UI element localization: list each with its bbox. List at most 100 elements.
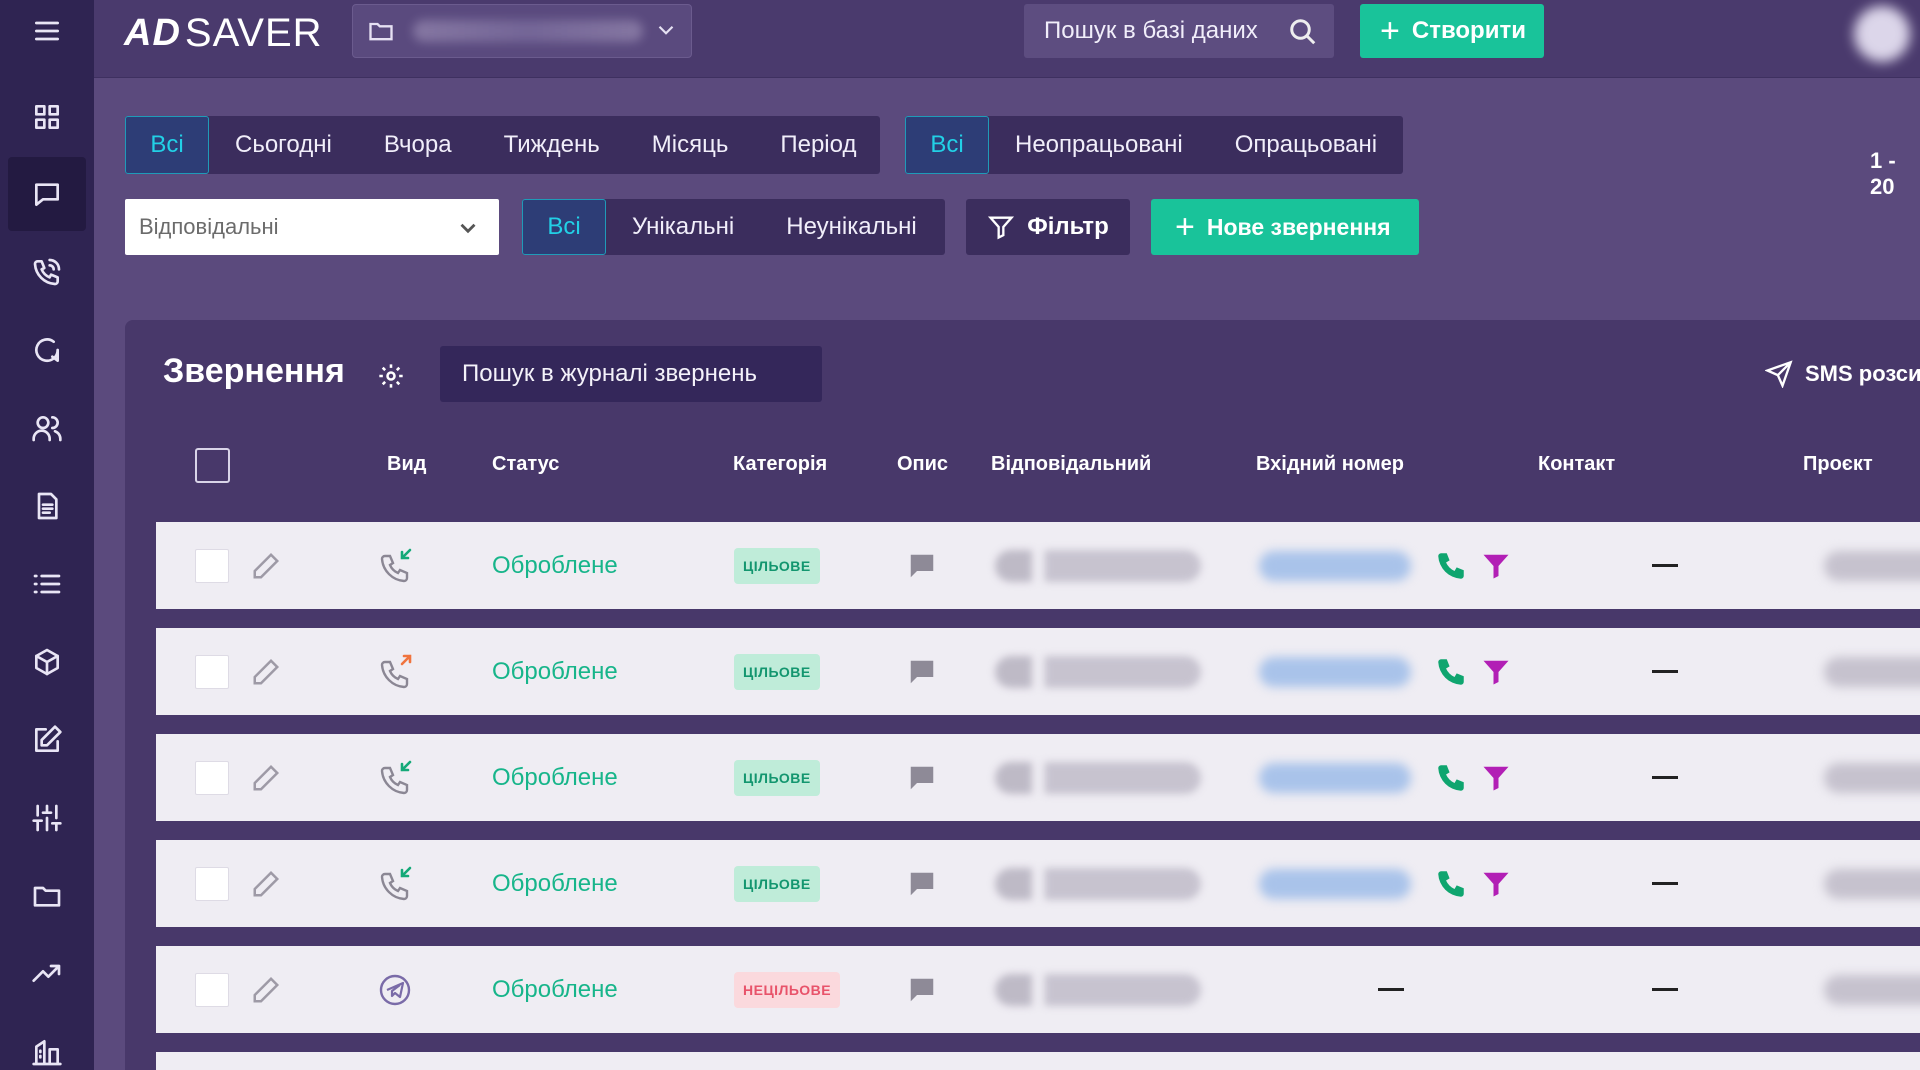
row-checkbox[interactable] (195, 654, 229, 689)
pencil-icon[interactable] (251, 975, 281, 1005)
telegram-icon (379, 974, 411, 1005)
column-header-incoming-number[interactable]: Вхідний номер (1256, 453, 1404, 476)
app-logo[interactable]: AD SAVER (124, 8, 323, 58)
incoming-call-icon (380, 760, 412, 794)
sidebar-item-users[interactable] (8, 391, 86, 465)
sidebar-item-files[interactable] (8, 859, 86, 933)
pencil-icon[interactable] (251, 551, 281, 581)
pencil-icon[interactable] (251, 763, 281, 793)
request-type (377, 628, 417, 715)
folder-icon (369, 22, 393, 41)
column-header-project[interactable]: Проєкт (1803, 453, 1873, 476)
panel-settings-button[interactable] (377, 362, 405, 390)
column-header-responsible[interactable]: Відповідальний (991, 453, 1151, 476)
sidebar-item-calls[interactable] (8, 235, 86, 309)
sidebar-item-requests[interactable] (8, 157, 86, 231)
sidebar-item-dashboard[interactable] (8, 80, 86, 154)
comment-icon[interactable] (907, 551, 937, 581)
call-icon[interactable] (1434, 549, 1468, 583)
table-row[interactable] (156, 1052, 1920, 1070)
filter-button[interactable]: Фільтр (966, 199, 1130, 255)
uniqueness-tabs: Всі Унікальні Неунікальні (522, 199, 945, 255)
table-row[interactable]: ОбробленеНЕЦІЛЬОВЕ—— (156, 946, 1920, 1033)
funnel-icon[interactable] (1481, 869, 1511, 899)
list-icon (33, 574, 61, 594)
incoming-call-icon (380, 548, 412, 582)
sidebar-item-list[interactable] (8, 547, 86, 621)
sidebar-item-chats[interactable] (8, 313, 86, 387)
sidebar-item-documents[interactable] (8, 469, 86, 543)
sidebar-item-company[interactable] (8, 1015, 86, 1070)
tab-period-yesterday[interactable]: Вчора (358, 116, 478, 174)
tab-processed[interactable]: Опрацьовані (1209, 116, 1403, 174)
incoming-call-icon (380, 866, 412, 900)
sliders-icon (32, 804, 62, 832)
comment-icon[interactable] (907, 763, 937, 793)
comment-icon[interactable] (907, 869, 937, 899)
avatar[interactable] (1854, 6, 1910, 62)
category-badge: ЦІЛЬОВЕ (734, 547, 820, 584)
create-button[interactable]: + Створити (1360, 4, 1544, 58)
pencil-icon[interactable] (251, 869, 281, 899)
journal-search[interactable]: Пошук в журналі звернень (440, 346, 822, 402)
chevron-down-icon (460, 223, 476, 234)
users-icon (32, 416, 62, 442)
tab-unprocessed[interactable]: Неопрацьовані (989, 116, 1209, 174)
sidebar-item-settings[interactable] (8, 781, 86, 855)
sms-mailing-button[interactable]: SMS розси (1765, 360, 1920, 388)
menu-toggle-button[interactable] (8, 0, 86, 68)
tab-non-unique[interactable]: Неунікальні (760, 199, 942, 255)
new-request-button[interactable]: + Нове звернення (1151, 199, 1419, 255)
call-icon[interactable] (1434, 867, 1468, 901)
tab-period-custom[interactable]: Період (754, 116, 882, 174)
column-header-category[interactable]: Категорія (733, 453, 827, 476)
table-row[interactable]: ОбробленеЦІЛЬОВЕ— (156, 840, 1920, 927)
funnel-icon[interactable] (1481, 657, 1511, 687)
column-header-status[interactable]: Статус (492, 453, 559, 476)
column-header-contact[interactable]: Контакт (1538, 453, 1615, 476)
tab-unique[interactable]: Унікальні (606, 199, 760, 255)
filter-icon (988, 216, 1015, 240)
folder-icon (33, 886, 61, 907)
incoming-number-empty (1378, 988, 1404, 991)
logo-mark: AD (124, 11, 181, 54)
tab-period-week[interactable]: Тиждень (478, 116, 626, 174)
request-type (377, 946, 417, 1033)
comment-icon[interactable] (907, 975, 937, 1005)
tab-processing-all[interactable]: Всі (905, 116, 989, 174)
select-all-checkbox[interactable] (195, 448, 230, 483)
tab-period-all[interactable]: Всі (125, 116, 209, 174)
row-checkbox[interactable] (195, 760, 229, 795)
sidebar-item-analytics[interactable] (8, 937, 86, 1011)
table-row[interactable]: ОбробленеЦІЛЬОВЕ— (156, 734, 1920, 821)
row-checkbox[interactable] (195, 866, 229, 901)
row-checkbox[interactable] (195, 972, 229, 1007)
incoming-number-redacted (1259, 762, 1411, 793)
funnel-icon[interactable] (1481, 551, 1511, 581)
pencil-icon[interactable] (251, 657, 281, 687)
tab-period-today[interactable]: Сьогодні (209, 116, 358, 174)
responsible-select[interactable]: Відповідальні (125, 199, 499, 255)
category-badge: ЦІЛЬОВЕ (734, 759, 820, 796)
category-badge: ЦІЛЬОВЕ (734, 653, 820, 690)
call-icon[interactable] (1434, 761, 1468, 795)
search-icon[interactable] (1288, 17, 1318, 47)
table-row[interactable]: ОбробленеЦІЛЬОВЕ— (156, 522, 1920, 609)
project-select[interactable] (352, 4, 692, 58)
sidebar-item-products[interactable] (8, 625, 86, 699)
funnel-icon[interactable] (1481, 763, 1511, 793)
tab-unique-all[interactable]: Всі (522, 199, 606, 255)
plus-icon: + (1175, 207, 1195, 246)
tab-period-month[interactable]: Місяць (626, 116, 755, 174)
row-checkbox[interactable] (195, 548, 229, 583)
sidebar-item-edit[interactable] (8, 703, 86, 777)
table-row[interactable]: ОбробленеЦІЛЬОВЕ— (156, 628, 1920, 715)
request-type (377, 522, 417, 609)
call-icon[interactable] (1434, 655, 1468, 689)
responsible-redacted (995, 761, 1201, 794)
trending-up-icon (32, 964, 61, 982)
column-header-type[interactable]: Вид (387, 453, 426, 476)
column-header-description[interactable]: Опис (897, 453, 948, 476)
comment-icon[interactable] (907, 657, 937, 687)
database-search[interactable]: Пошук в базі даних (1024, 4, 1334, 58)
